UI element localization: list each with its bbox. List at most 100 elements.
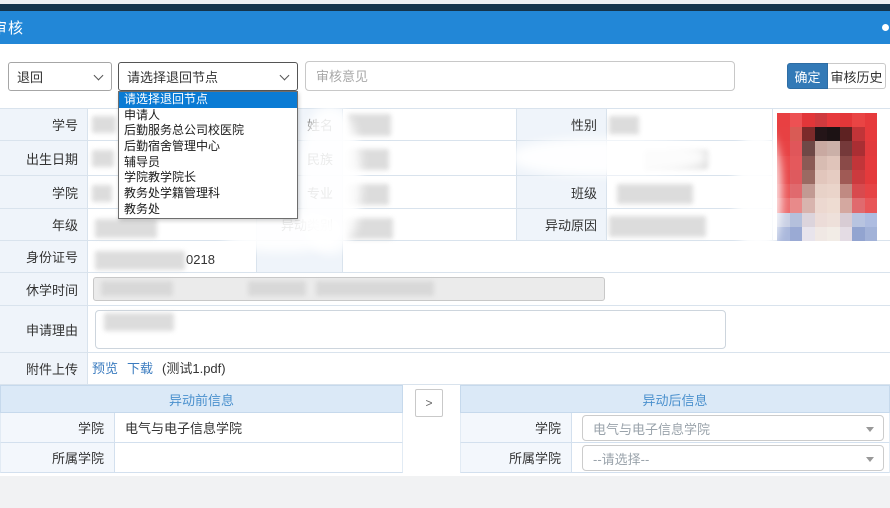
chevron-down-icon <box>280 71 290 81</box>
censor-block <box>316 281 434 296</box>
photo-pixel <box>815 227 828 241</box>
photo-pixel <box>802 198 815 212</box>
photo-pixel <box>865 227 878 241</box>
photo-pixel <box>790 127 803 141</box>
confirm-button[interactable]: 确定 <box>787 63 828 89</box>
photo-pixel <box>865 213 878 227</box>
photo-pixel <box>777 113 790 127</box>
field-label-grade: 年级 <box>0 209 88 241</box>
photo-pixel <box>790 198 803 212</box>
after-dept-select-value: --请选择-- <box>593 449 649 468</box>
attachment-preview-link[interactable]: 预览 <box>92 358 118 377</box>
after-dept-select[interactable]: --请选择-- <box>582 445 884 471</box>
photo-pixel <box>865 113 878 127</box>
photo-pixel <box>827 127 840 141</box>
blur-smudge <box>735 128 781 258</box>
photo-pixel <box>852 113 865 127</box>
censor-block <box>248 281 306 296</box>
dialog-titlebar: 审核 <box>0 11 890 44</box>
field-label-leave-time: 休学时间 <box>0 273 88 306</box>
photo-pixel <box>827 170 840 184</box>
before-dept-label: 所属学院 <box>0 443 115 473</box>
photo-pixel <box>840 127 853 141</box>
censor-block <box>92 150 114 167</box>
photo-pixel <box>840 156 853 170</box>
photo-pixel <box>827 213 840 227</box>
photo-pixel <box>840 213 853 227</box>
dialog-title: 审核 <box>0 17 24 38</box>
dropdown-option[interactable]: 后勤服务总公司校医院 <box>119 123 297 139</box>
censor-block <box>92 185 112 202</box>
before-dept-value <box>115 443 403 473</box>
photo-pixel <box>802 156 815 170</box>
attachment-row: 预览 下载 (测试1.pdf) <box>92 358 226 377</box>
photo-pixel <box>840 170 853 184</box>
return-node-select[interactable]: 请选择退回节点 <box>118 62 298 91</box>
empty-value-cell <box>343 241 890 273</box>
attachment-download-link[interactable]: 下载 <box>127 358 153 377</box>
return-node-dropdown-list: 请选择退回节点申请人后勤服务总公司校医院后勤宿舍管理中心辅导员学院教学院长教务处… <box>118 91 298 219</box>
photo-pixel <box>852 198 865 212</box>
photo-pixel <box>802 141 815 155</box>
photo-pixel <box>802 113 815 127</box>
field-label-class: 班级 <box>517 176 607 209</box>
field-label-student-id: 学号 <box>0 109 88 141</box>
top-navy-strip <box>0 4 890 11</box>
field-label-change-reason: 异动原因 <box>517 209 607 241</box>
dropdown-option[interactable]: 申请人 <box>119 108 297 124</box>
photo-pixel <box>815 170 828 184</box>
review-history-button[interactable]: 审核历史 <box>828 63 886 89</box>
student-photo <box>777 113 877 241</box>
chevron-down-icon <box>94 71 104 81</box>
dropdown-option[interactable]: 请选择退回节点 <box>119 92 297 108</box>
photo-pixel <box>840 227 853 241</box>
photo-pixel <box>790 113 803 127</box>
censor-block <box>104 313 174 331</box>
photo-pixel <box>802 213 815 227</box>
photo-pixel <box>790 141 803 155</box>
apply-reason-textarea[interactable] <box>95 310 726 349</box>
dropdown-option[interactable]: 教务处 <box>119 202 297 218</box>
return-action-select[interactable]: 退回 <box>8 62 112 91</box>
after-college-select[interactable]: 电气与电子信息学院 <box>582 415 884 441</box>
dropdown-option[interactable]: 教务处学籍管理科 <box>119 186 297 202</box>
photo-pixel <box>802 127 815 141</box>
photo-pixel <box>852 141 865 155</box>
chevron-down-icon <box>866 457 874 462</box>
photo-pixel <box>777 227 790 241</box>
photo-pixel <box>852 170 865 184</box>
photo-pixel <box>827 141 840 155</box>
censor-block <box>92 116 116 133</box>
photo-pixel <box>852 127 865 141</box>
transfer-right-button[interactable]: > <box>415 389 443 417</box>
after-dept-label: 所属学院 <box>460 443 572 473</box>
photo-pixel <box>802 184 815 198</box>
photo-pixel <box>777 127 790 141</box>
before-college-value: 电气与电子信息学院 <box>115 413 403 443</box>
censor-block <box>95 219 157 238</box>
dropdown-option[interactable]: 学院教学院长 <box>119 170 297 186</box>
window-control-dot[interactable] <box>882 24 889 31</box>
field-label-id-number: 身份证号 <box>0 241 88 273</box>
return-action-value: 退回 <box>17 67 43 86</box>
field-label-apply-reason: 申请理由 <box>0 306 88 353</box>
after-college-label: 学院 <box>460 413 572 443</box>
dropdown-option[interactable]: 辅导员 <box>119 155 297 171</box>
after-college-select-value: 电气与电子信息学院 <box>593 419 710 438</box>
photo-pixel <box>790 227 803 241</box>
after-change-panel-header: 异动后信息 <box>460 385 890 413</box>
photo-pixel <box>865 127 878 141</box>
censor-block <box>101 281 173 296</box>
return-node-value: 请选择退回节点 <box>127 67 218 86</box>
dropdown-option[interactable]: 后勤宿舍管理中心 <box>119 139 297 155</box>
photo-pixel <box>815 127 828 141</box>
photo-pixel <box>840 198 853 212</box>
photo-pixel <box>815 141 828 155</box>
review-opinion-input[interactable] <box>305 61 735 91</box>
photo-pixel <box>815 156 828 170</box>
photo-pixel <box>840 141 853 155</box>
photo-pixel <box>827 184 840 198</box>
photo-pixel <box>815 113 828 127</box>
photo-pixel <box>815 184 828 198</box>
before-change-panel-header: 异动前信息 <box>0 385 403 413</box>
